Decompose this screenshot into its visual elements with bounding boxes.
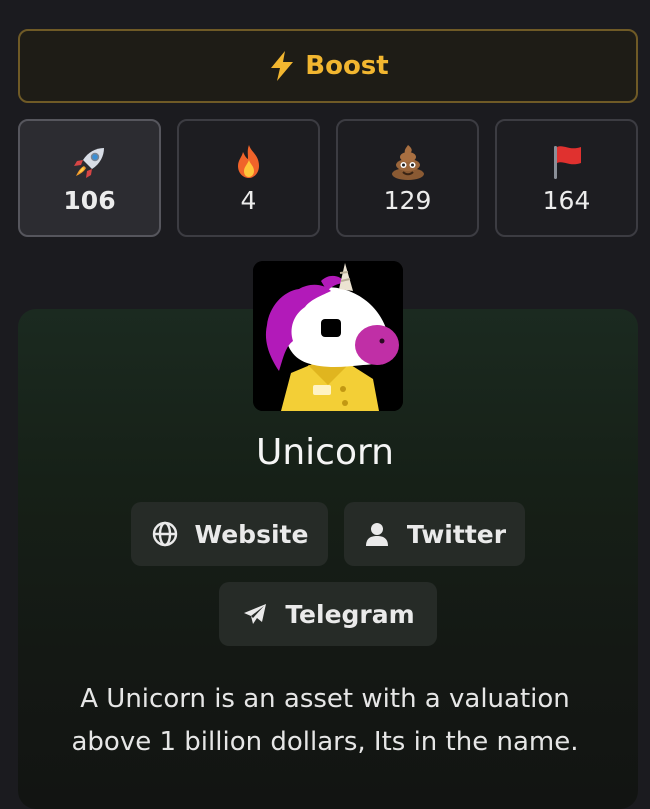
boost-label: Boost: [305, 51, 389, 81]
fire-icon: [229, 142, 269, 182]
rocket-icon: [70, 142, 110, 182]
website-link-button[interactable]: Website: [131, 502, 328, 566]
poop-icon: [388, 142, 428, 182]
website-link-label: Website: [194, 519, 309, 549]
globe-icon: [151, 520, 179, 548]
reaction-bar: 106 4 129 164: [18, 119, 638, 237]
reaction-fire-button[interactable]: 4: [177, 119, 320, 237]
unicorn-avatar-image: [253, 261, 403, 411]
token-name: Unicorn: [256, 432, 394, 473]
reaction-poop-button[interactable]: 129: [336, 119, 479, 237]
telegram-link-button[interactable]: Telegram: [219, 582, 437, 646]
red-flag-icon: [547, 142, 587, 182]
reaction-rocket-button[interactable]: 106: [18, 119, 161, 237]
paper-plane-icon: [241, 600, 269, 628]
reaction-red-flag-button[interactable]: 164: [495, 119, 638, 237]
user-icon: [363, 520, 391, 548]
telegram-link-label: Telegram: [285, 599, 415, 629]
reaction-count: 129: [383, 185, 432, 215]
twitter-link-button[interactable]: Twitter: [344, 502, 525, 566]
twitter-link-label: Twitter: [406, 519, 507, 549]
boost-button[interactable]: Boost: [18, 29, 638, 103]
token-avatar: [253, 261, 403, 411]
reaction-count: 106: [63, 185, 116, 215]
token-description: A Unicorn is an asset with a valuation a…: [71, 684, 579, 757]
reaction-count: 164: [542, 185, 591, 215]
lightning-bolt-icon: [267, 50, 297, 82]
reaction-count: 4: [240, 185, 257, 215]
